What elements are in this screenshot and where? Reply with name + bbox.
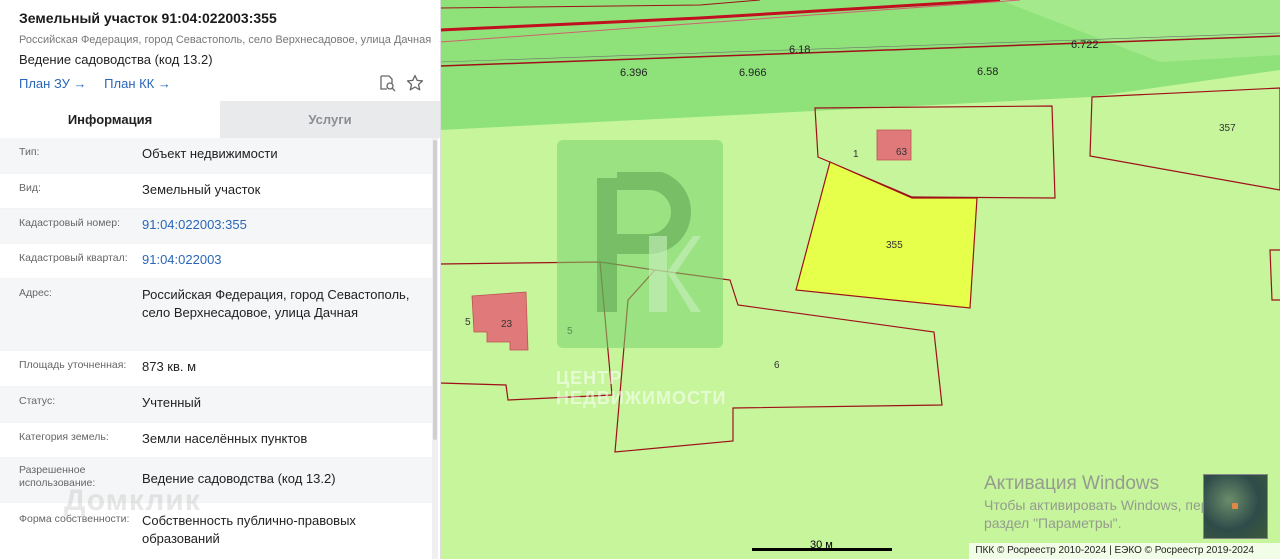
search-document-icon[interactable] — [378, 74, 396, 92]
tab-information[interactable]: Информация — [0, 101, 220, 138]
dim-label: 6.58 — [977, 66, 998, 78]
row-label: Площадь уточненная: — [19, 359, 127, 371]
page-title: Земельный участок 91:04:022003:355 — [19, 10, 277, 26]
watermark-monogram — [593, 172, 703, 322]
row-label: Статус: — [19, 395, 56, 407]
plot-label: 23 — [501, 319, 513, 330]
minimap-thumbnail[interactable] — [1203, 474, 1268, 539]
row-value: 873 кв. м — [142, 359, 197, 374]
table-row: Адрес: Российская Федерация, город Севас… — [0, 279, 432, 351]
row-label: Кадастровый номер: — [19, 217, 121, 229]
table-row: Кадастровый квартал: 91:04:022003 — [0, 244, 432, 279]
dim-label: 6.396 — [620, 67, 648, 79]
scrollbar-thumb[interactable] — [433, 140, 437, 440]
table-row: Статус: Учтенный — [0, 387, 432, 423]
plot-label: 6 — [774, 360, 780, 371]
building-23 — [471, 291, 529, 351]
row-label: Вид: — [19, 182, 41, 194]
plan-kk-link[interactable]: План КК → — [104, 76, 171, 91]
panel-actions — [378, 74, 424, 92]
plot-label: 355 — [886, 240, 903, 251]
plot-label: 63 — [896, 147, 908, 158]
row-value: Российская Федерация, город Севастополь,… — [142, 287, 410, 320]
address-subtitle: Российская Федерация, город Севастополь,… — [19, 34, 432, 46]
watermark-text: ЦЕНТР НЕДВИЖИМОСТИ — [556, 368, 727, 408]
parcel-355 — [795, 161, 978, 309]
dim-label: 6.722 — [1071, 39, 1099, 51]
plot-label: 357 — [1219, 123, 1236, 134]
row-value: Объект недвижимости — [142, 146, 278, 161]
cadastral-number-link[interactable]: 91:04:022003:355 — [142, 209, 432, 243]
row-value: Земельный участок — [142, 182, 261, 197]
cadastral-quarter-link[interactable]: 91:04:022003 — [142, 244, 432, 278]
panel-scrollbar[interactable] — [432, 138, 438, 559]
map-copyright: ПКК © Росреестр 2010-2024 | ЕЭКО © Росре… — [969, 543, 1280, 559]
plot-label: 5 — [465, 317, 471, 328]
parcel-357-right — [1269, 249, 1280, 301]
table-row: Вид: Земельный участок — [0, 174, 432, 209]
row-label: Категория земель: — [19, 431, 109, 443]
table-row: Категория земель: Земли населённых пункт… — [0, 423, 432, 458]
row-value: Учтенный — [142, 395, 202, 410]
tab-bar: Информация Услуги — [0, 101, 440, 138]
row-label: Тип: — [19, 146, 40, 158]
row-value: Земли населённых пунктов — [142, 431, 308, 446]
dim-label: 6.18 — [789, 44, 810, 56]
star-icon[interactable] — [406, 74, 424, 92]
row-label: Кадастровый квартал: — [19, 252, 128, 264]
dim-label: 6.966 — [739, 67, 767, 79]
use-subtitle: Ведение садоводства (код 13.2) — [19, 52, 213, 67]
plan-zu-link[interactable]: План ЗУ → — [19, 76, 87, 91]
scale-label: 30 м — [810, 539, 833, 551]
parcel-357 — [1089, 87, 1280, 191]
map-scale: 30 м — [752, 539, 892, 553]
plot-label: 1 — [853, 149, 859, 160]
plan-links: План ЗУ → План КК → — [19, 76, 185, 91]
table-row: Площадь уточненная: 873 кв. м — [0, 351, 432, 387]
domklik-watermark: Домклик — [64, 484, 201, 517]
row-label: Адрес: — [19, 287, 52, 299]
table-row: Тип: Объект недвижимости — [0, 138, 432, 174]
table-row: Кадастровый номер: 91:04:022003:355 — [0, 209, 432, 244]
info-panel: Земельный участок 91:04:022003:355 Росси… — [0, 0, 441, 559]
tab-services[interactable]: Услуги — [220, 101, 440, 138]
